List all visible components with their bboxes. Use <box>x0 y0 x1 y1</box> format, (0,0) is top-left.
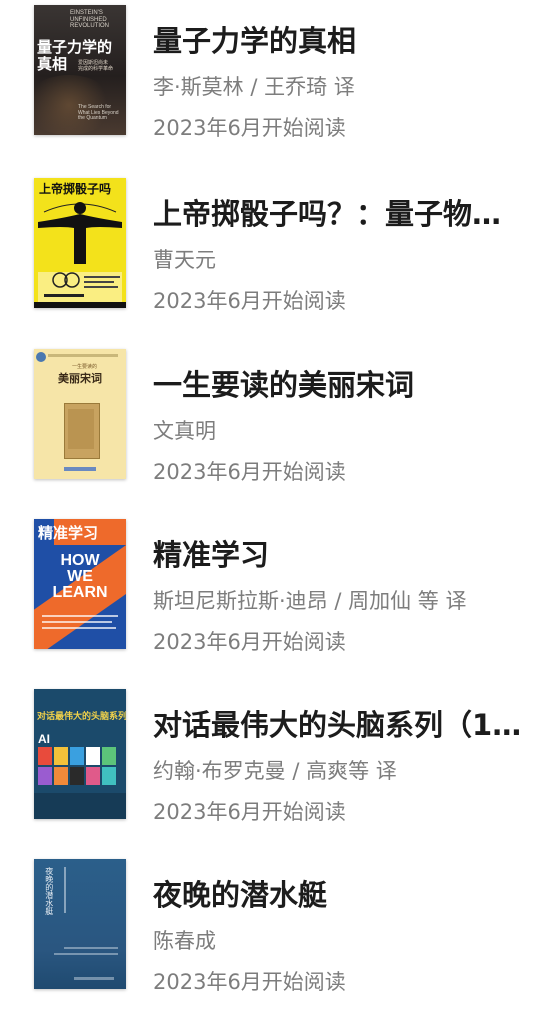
reading-date: 2023年6月开始阅读 <box>153 970 346 994</box>
cover-tag: AI <box>38 732 50 746</box>
book-list: EINSTEIN'S UNFINISHED REVOLUTION 量子力学的 真… <box>0 0 552 1000</box>
cover-mini-books <box>38 747 122 787</box>
reading-date: 2023年6月开始阅读 <box>153 800 346 824</box>
cover-title: 夜晚的潜水艇 <box>44 867 54 915</box>
book-item[interactable]: 上帝掷骰子吗 上帝掷骰子吗？：量子物理史话（升级版） 曹天元 2023年6月开始… <box>0 178 552 328</box>
book-item[interactable]: 精准学习 HOW WE LEARN 精准学习 斯坦尼斯拉斯·迪昂 / 周加仙 等… <box>0 519 552 669</box>
cover-top-text: EINSTEIN'S UNFINISHED REVOLUTION <box>70 10 110 30</box>
book-author: 斯坦尼斯拉斯·迪昂 / 周加仙 等 译 <box>153 589 467 613</box>
cover-subtitle: 爱因斯坦尚未 完成的科学革命 <box>78 60 114 72</box>
book-cover[interactable]: 夜晚的潜水艇 <box>34 859 126 989</box>
book-cover[interactable]: 精准学习 HOW WE LEARN <box>34 519 126 649</box>
book-cover[interactable]: 上帝掷骰子吗 <box>34 178 126 308</box>
book-title[interactable]: 夜晚的潜水艇 <box>153 877 523 913</box>
book-author: 约翰·布罗克曼 / 高爽等 译 <box>153 759 397 783</box>
book-item[interactable]: 夜晚的潜水艇 夜晚的潜水艇 陈春成 2023年6月开始阅读 <box>0 859 552 1009</box>
cover-title: 美丽宋词 <box>58 372 102 385</box>
cover-illustration <box>34 202 126 308</box>
reading-date: 2023年6月开始阅读 <box>153 460 346 484</box>
cover-title: 精准学习 <box>38 524 99 542</box>
reading-date: 2023年6月开始阅读 <box>153 289 346 313</box>
book-author: 曹天元 <box>153 248 216 272</box>
book-title[interactable]: 量子力学的真相 <box>153 23 523 59</box>
book-author: 李·斯莫林 / 王乔琦 译 <box>153 75 355 99</box>
book-cover[interactable]: 一生要读的 美丽宋词 <box>34 349 126 479</box>
book-item[interactable]: 对话最伟大的头脑系列 AI 对话最伟大的头脑系列（10册） 约翰·布罗克曼 / … <box>0 689 552 839</box>
book-author: 文真明 <box>153 419 216 443</box>
cover-english-text: The Search for What Lies Beyond the Quan… <box>78 104 119 121</box>
book-cover[interactable]: EINSTEIN'S UNFINISHED REVOLUTION 量子力学的 真… <box>34 5 126 135</box>
reading-date: 2023年6月开始阅读 <box>153 630 346 654</box>
book-title[interactable]: 精准学习 <box>153 537 523 573</box>
book-title[interactable]: 上帝掷骰子吗？：量子物理史话（升级版） <box>153 196 523 232</box>
cover-title: 对话最伟大的头脑系列 <box>37 712 126 722</box>
book-item[interactable]: EINSTEIN'S UNFINISHED REVOLUTION 量子力学的 真… <box>0 5 552 155</box>
book-title[interactable]: 一生要读的美丽宋词 <box>153 367 523 403</box>
book-cover[interactable]: 对话最伟大的头脑系列 AI <box>34 689 126 819</box>
book-author: 陈春成 <box>153 929 216 953</box>
cover-subtitle: 一生要读的 <box>72 364 98 370</box>
book-title[interactable]: 对话最伟大的头脑系列（10册） <box>153 707 523 743</box>
reading-date: 2023年6月开始阅读 <box>153 116 346 140</box>
book-item[interactable]: 一生要读的 美丽宋词 一生要读的美丽宋词 文真明 2023年6月开始阅读 <box>0 349 552 499</box>
cover-english-title: HOW WE LEARN <box>52 552 108 601</box>
